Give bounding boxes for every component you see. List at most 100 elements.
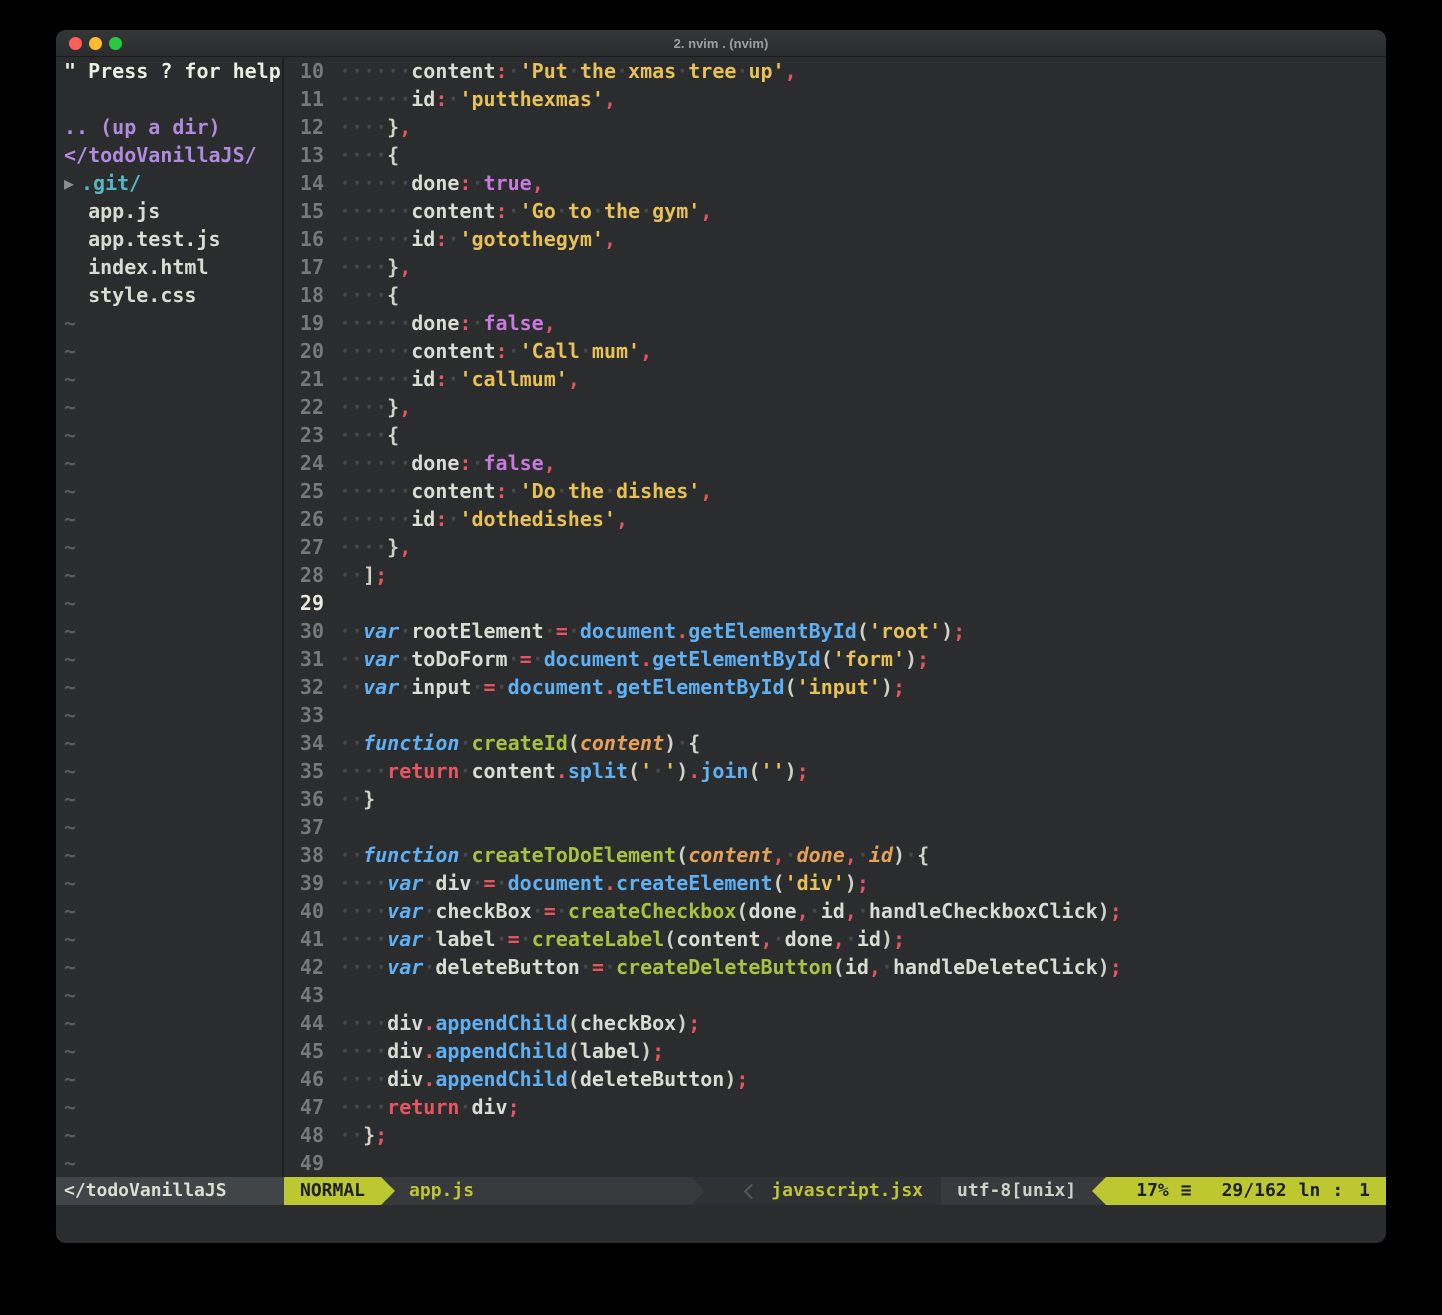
editor-line[interactable]: 10······content:·'Put·the·xmas·tree·up', — [284, 57, 1386, 85]
empty-line-marker: ~ — [64, 729, 282, 757]
editor-line[interactable]: 49 — [284, 1149, 1386, 1177]
editor-line[interactable]: 22····}, — [284, 393, 1386, 421]
sidebar-line[interactable]: style.css — [64, 281, 282, 309]
nerdtree-sidebar[interactable]: " Press ? for help .. (up a dir)</todoVan… — [56, 57, 284, 1177]
editor-line[interactable]: 16······id:·'gotothegym', — [284, 225, 1386, 253]
code-line-text — [324, 701, 339, 729]
line-number: 49 — [284, 1149, 324, 1177]
editor-line[interactable]: 44····div.appendChild(checkBox); — [284, 1009, 1386, 1037]
editor-line[interactable]: 45····div.appendChild(label); — [284, 1037, 1386, 1065]
editor-line[interactable]: 40····var·checkBox·=·createCheckbox(done… — [284, 897, 1386, 925]
terminal-content: " Press ? for help .. (up a dir)</todoVan… — [56, 57, 1386, 1243]
code-line-text: ····}, — [324, 113, 411, 141]
editor-line[interactable]: 17····}, — [284, 253, 1386, 281]
editor-line[interactable]: 33 — [284, 701, 1386, 729]
close-button[interactable] — [69, 37, 82, 50]
code-line-text: ····{ — [324, 141, 399, 169]
sidebar-line[interactable]: ▸ .git/ — [64, 169, 282, 197]
editor-line[interactable]: 43 — [284, 981, 1386, 1009]
editor-line[interactable]: 32··var·input·=·document.getElementById(… — [284, 673, 1386, 701]
empty-line-marker: ~ — [64, 1037, 282, 1065]
code-line-text: ··} — [324, 785, 375, 813]
editor-pane[interactable]: 10······content:·'Put·the·xmas·tree·up',… — [284, 57, 1386, 1177]
sidebar-line[interactable]: .. (up a dir) — [64, 113, 282, 141]
window-title: 2. nvim . (nvim) — [674, 36, 769, 51]
line-number: 33 — [284, 701, 324, 729]
editor-line[interactable]: 38··function·createToDoElement(content,·… — [284, 841, 1386, 869]
empty-line-marker: ~ — [64, 673, 282, 701]
line-number: 17 — [284, 253, 324, 281]
code-line-text — [324, 589, 339, 617]
editor-line[interactable]: 12····}, — [284, 113, 1386, 141]
editor-line[interactable]: 28··]; — [284, 561, 1386, 589]
chevron-left-icon — [744, 1183, 760, 1199]
sidebar-line[interactable]: app.test.js — [64, 225, 282, 253]
code-line-text: ··function·createId(content)·{ — [324, 729, 700, 757]
empty-line-marker: ~ — [64, 757, 282, 785]
editor-line[interactable]: 15······content:·'Go·to·the·gym', — [284, 197, 1386, 225]
editor-line[interactable]: 47····return·div; — [284, 1093, 1386, 1121]
editor-line[interactable]: 19······done:·false, — [284, 309, 1386, 337]
editor-line[interactable]: 14······done:·true, — [284, 169, 1386, 197]
zoom-button[interactable] — [109, 37, 122, 50]
encoding-indicator: utf-8[unix] — [941, 1177, 1092, 1205]
titlebar[interactable]: 2. nvim . (nvim) — [56, 30, 1386, 57]
code-line-text: ······id:·'putthexmas', — [324, 85, 616, 113]
editor-line[interactable]: 36··} — [284, 785, 1386, 813]
code-line-text: ··function·createToDoElement(content,·do… — [324, 841, 929, 869]
editor-line[interactable]: 18····{ — [284, 281, 1386, 309]
line-number: 26 — [284, 505, 324, 533]
editor-line[interactable]: 35····return·content.split('·').join('')… — [284, 757, 1386, 785]
editor-line[interactable]: 20······content:·'Call·mum', — [284, 337, 1386, 365]
editor-line[interactable]: 42····var·deleteButton·=·createDeleteBut… — [284, 953, 1386, 981]
line-number: 34 — [284, 729, 324, 757]
command-line[interactable] — [56, 1205, 1386, 1243]
terminal-window: 2. nvim . (nvim) " Press ? for help .. (u… — [56, 30, 1386, 1243]
sidebar-line[interactable]: app.js — [64, 197, 282, 225]
line-number: 11 — [284, 85, 324, 113]
editor-line[interactable]: 39····var·div·=·document.createElement('… — [284, 869, 1386, 897]
sidebar-line[interactable]: </todoVanillaJS/ — [64, 141, 282, 169]
sidebar-line[interactable] — [64, 85, 282, 113]
editor-line[interactable]: 25······content:·'Do·the·dishes', — [284, 477, 1386, 505]
editor-line[interactable]: 41····var·label·=·createLabel(content,·d… — [284, 925, 1386, 953]
editor-line[interactable]: 11······id:·'putthexmas', — [284, 85, 1386, 113]
empty-line-marker: ~ — [64, 869, 282, 897]
editor-line[interactable]: 48··}; — [284, 1121, 1386, 1149]
line-number: 29 — [284, 589, 324, 617]
sidebar-line[interactable]: " Press ? for help — [64, 57, 282, 85]
editor-line[interactable]: 21······id:·'callmum', — [284, 365, 1386, 393]
airline-statusline: NORMAL app.js javascript.jsx utf-8[unix]… — [284, 1177, 1386, 1205]
empty-line-marker: ~ — [64, 785, 282, 813]
empty-line-marker: ~ — [64, 337, 282, 365]
editor-line[interactable]: 46····div.appendChild(deleteButton); — [284, 1065, 1386, 1093]
editor-line[interactable]: 34··function·createId(content)·{ — [284, 729, 1386, 757]
code-line-text: ····}, — [324, 253, 411, 281]
line-number: 36 — [284, 785, 324, 813]
line-number: 28 — [284, 561, 324, 589]
empty-line-marker: ~ — [64, 1009, 282, 1037]
empty-line-marker: ~ — [64, 701, 282, 729]
editor-line[interactable]: 23····{ — [284, 421, 1386, 449]
editor-line[interactable]: 29 — [284, 589, 1386, 617]
editor-line[interactable]: 37 — [284, 813, 1386, 841]
editor-line[interactable]: 30··var·rootElement·=·document.getElemen… — [284, 617, 1386, 645]
code-line-text: ··var·rootElement·=·document.getElementB… — [324, 617, 965, 645]
editor-line[interactable]: 13····{ — [284, 141, 1386, 169]
editor-line[interactable]: 24······done:·false, — [284, 449, 1386, 477]
code-line-text: ··var·input·=·document.getElementById('i… — [324, 673, 905, 701]
line-number: 16 — [284, 225, 324, 253]
editor-line[interactable]: 31··var·toDoForm·=·document.getElementBy… — [284, 645, 1386, 673]
empty-line-marker: ~ — [64, 1093, 282, 1121]
editor-line[interactable]: 27····}, — [284, 533, 1386, 561]
sidebar-file-tree: " Press ? for help .. (up a dir)</todoVan… — [64, 57, 282, 1177]
sidebar-line[interactable]: index.html — [64, 253, 282, 281]
minimize-button[interactable] — [89, 37, 102, 50]
line-number: 42 — [284, 953, 324, 981]
empty-line-marker: ~ — [64, 533, 282, 561]
code-line-text: ····return·content.split('·').join(''); — [324, 757, 809, 785]
line-number: 37 — [284, 813, 324, 841]
code-line-text: ····return·div; — [324, 1093, 520, 1121]
line-number: 25 — [284, 477, 324, 505]
editor-line[interactable]: 26······id:·'dothedishes', — [284, 505, 1386, 533]
